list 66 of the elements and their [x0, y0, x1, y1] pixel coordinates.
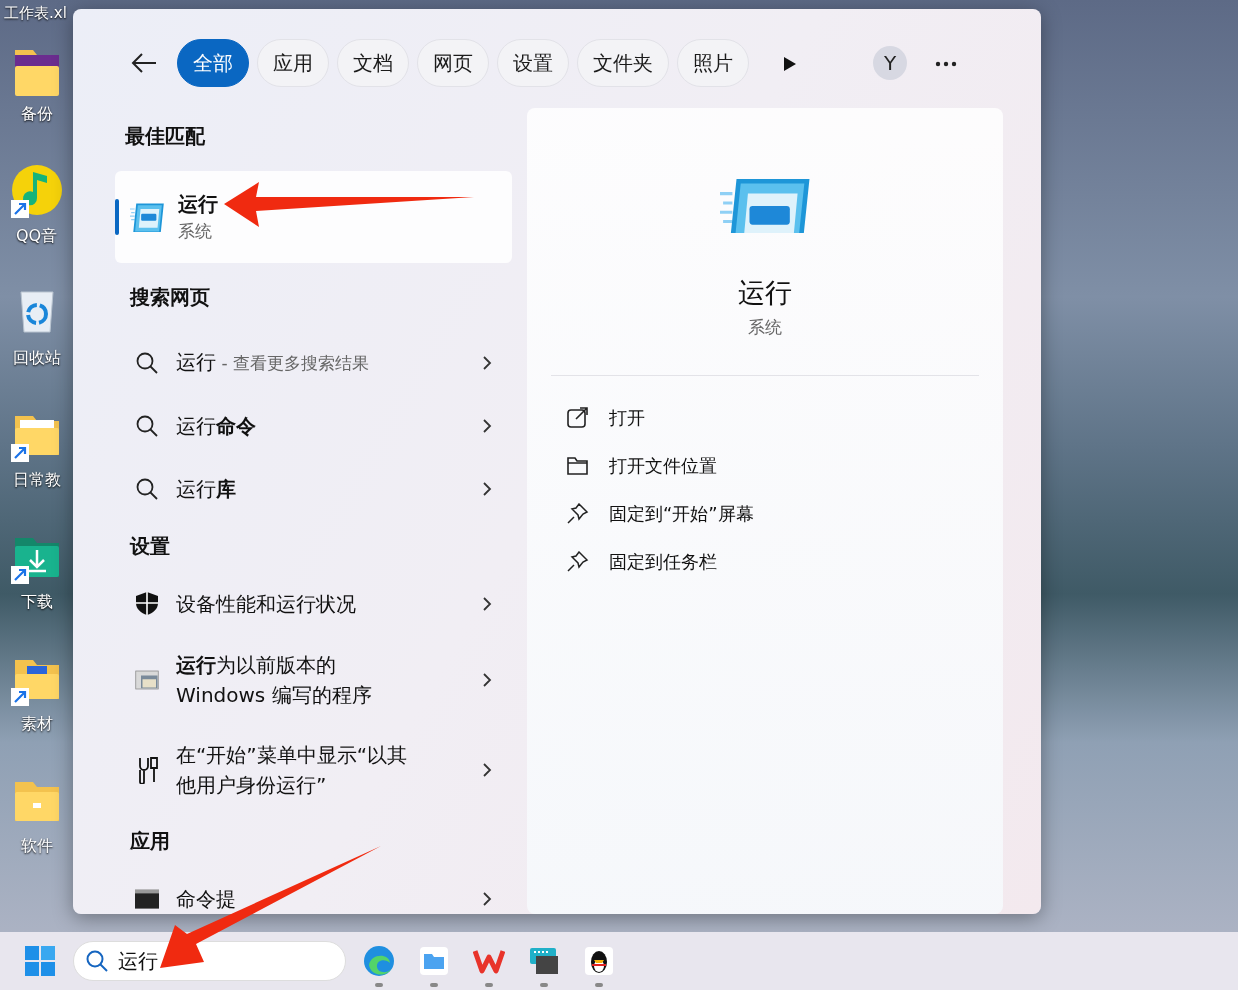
run-dialog-icon: [130, 202, 164, 232]
item-subtitle: 系统: [178, 220, 213, 243]
chevron-right-icon: [482, 418, 492, 433]
chevron-right-icon: [482, 481, 492, 496]
section-heading: 最佳匹配: [124, 123, 206, 150]
windows-logo-icon: [24, 945, 56, 977]
chevron-right-icon: [482, 891, 492, 906]
taskbar-search-field[interactable]: 运行: [73, 941, 346, 981]
search-result-item[interactable]: 运行命令: [115, 394, 512, 457]
desktop-icon-label: QQ音: [15, 225, 58, 247]
best-match-item[interactable]: 运行 系统: [115, 171, 512, 263]
folder-icon: [567, 454, 589, 477]
search-result-item[interactable]: 命令提: [115, 867, 512, 914]
filter-tab[interactable]: 设置: [497, 39, 569, 87]
search-icon: [86, 950, 108, 972]
filter-tab[interactable]: 文档: [337, 39, 409, 87]
section-heading: 应用: [129, 828, 171, 855]
chevron-right-icon: [482, 763, 492, 777]
preview-title: 运行: [738, 276, 792, 310]
preview-action[interactable]: 打开文件位置: [567, 441, 1003, 490]
search-result-item[interactable]: 在“开始”菜单中显示“以其他用户身份运行”: [115, 725, 512, 815]
section-heading: 搜索网页: [128, 284, 211, 311]
external-link-icon: [567, 406, 589, 429]
start-button[interactable]: [24, 945, 56, 977]
back-arrow-icon: [131, 52, 157, 74]
pin-icon: [567, 502, 589, 525]
desktop-icon-label: 备份: [20, 103, 53, 125]
penguin-icon: [583, 945, 615, 977]
search-result-item[interactable]: 设备性能和运行状况: [115, 572, 512, 635]
account-avatar[interactable]: Y: [873, 46, 907, 80]
folder-icon: [418, 945, 450, 977]
chevron-right-icon: [482, 596, 492, 611]
desktop-icon-label: 素材: [20, 713, 53, 735]
desktop-icon-label: 日常教: [12, 469, 61, 491]
chevron-right-icon: [482, 673, 492, 687]
shield-icon: [135, 591, 159, 616]
search-icon: [136, 414, 158, 437]
filter-tab[interactable]: 全部: [177, 39, 249, 87]
pin-icon: [567, 550, 589, 573]
application-window-icon: [135, 667, 159, 693]
selection-indicator: [115, 199, 119, 235]
more-icon: [935, 60, 957, 67]
filter-tab[interactable]: 文件夹: [577, 39, 669, 87]
filter-tab[interactable]: 应用: [257, 39, 329, 87]
preview-action[interactable]: 打开: [567, 393, 1003, 442]
desktop-icon-label: 回收站: [12, 347, 61, 369]
terminal-icon: [135, 886, 159, 911]
search-icon: [136, 351, 158, 374]
browser-icon: [363, 945, 395, 977]
keyboard-icon: [528, 945, 560, 977]
desktop-icon-label: 下载: [20, 591, 53, 613]
desktop-icon-label: 软件: [20, 835, 53, 857]
file-label: 工作表.xl: [3, 3, 67, 24]
preview-action[interactable]: 固定到任务栏: [567, 537, 1003, 586]
preview-action[interactable]: 固定到“开始”屏幕: [567, 489, 1003, 538]
preview-subtitle: 系统: [748, 316, 782, 339]
search-result-item[interactable]: 运行 - 查看更多搜索结果: [115, 331, 512, 394]
play-icon: [783, 55, 797, 72]
filter-tab[interactable]: 网页: [417, 39, 489, 87]
search-result-item[interactable]: 运行为以前版本的Windows 编写的程序: [115, 635, 512, 725]
search-result-item[interactable]: 运行库: [115, 457, 512, 520]
section-heading: 设置: [128, 533, 171, 560]
filter-tab[interactable]: 照片: [677, 39, 749, 87]
search-icon: [136, 477, 158, 500]
item-title: 运行: [178, 191, 218, 218]
chevron-right-icon: [482, 355, 492, 370]
